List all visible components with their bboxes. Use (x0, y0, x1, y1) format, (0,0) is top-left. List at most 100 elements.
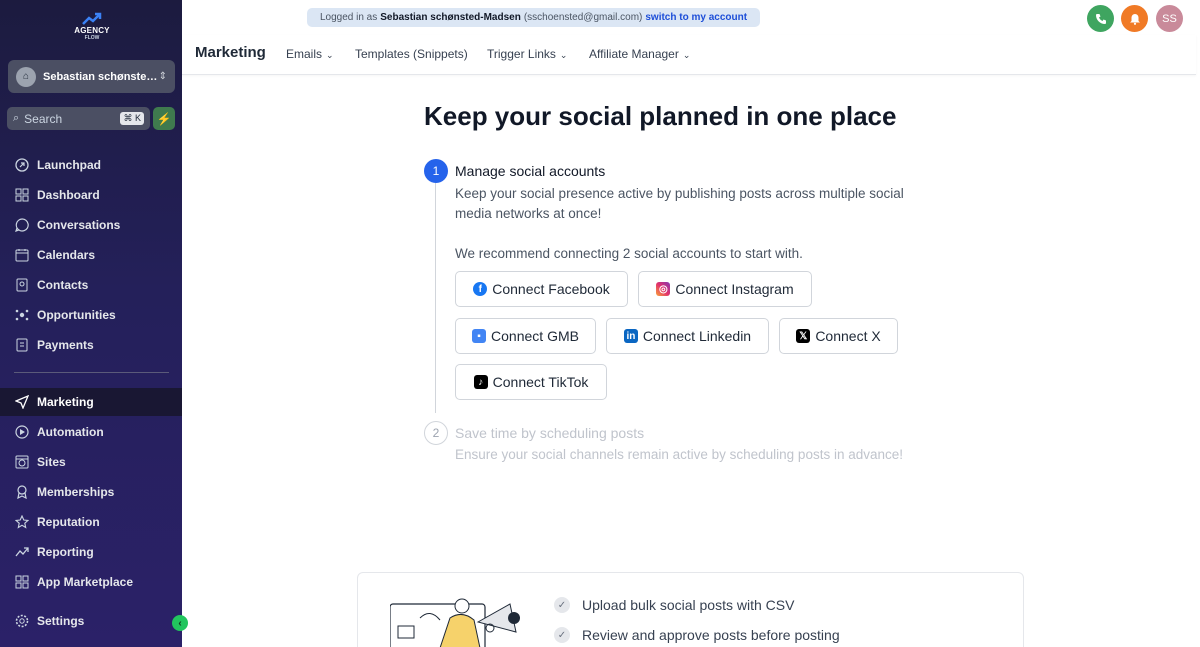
sidebar-item-label: Memberships (37, 485, 115, 499)
sidebar-item-sites[interactable]: Sites (0, 448, 182, 476)
sidebar-item-dashboard[interactable]: Dashboard (0, 181, 182, 209)
app-root: AGENCY FLOW ⌂ Sebastian schønste… ⇕ ⌕ Se… (0, 0, 1200, 647)
user-avatar-button[interactable]: SS (1156, 5, 1183, 32)
tab-trigger-links[interactable]: Trigger Links ⌄ (487, 47, 567, 61)
tab-label: Emails (286, 47, 323, 61)
connect-facebook-button[interactable]: f Connect Facebook (455, 271, 628, 307)
step-2-title: Save time by scheduling posts (455, 425, 645, 441)
feature-label: Review and approve posts before posting (582, 627, 840, 643)
connect-x-button[interactable]: 𝕏 Connect X (779, 318, 898, 354)
linkedin-icon: in (623, 329, 638, 343)
check-icon: ✓ (554, 597, 570, 613)
sidebar-item-label: App Marketplace (37, 575, 134, 589)
notifications-button[interactable] (1121, 5, 1148, 32)
logo-text: AGENCY (74, 26, 110, 35)
sidebar-item-reporting[interactable]: Reporting (0, 538, 182, 566)
bolt-icon: ⚡ (156, 111, 172, 126)
sidebar-item-label: Calendars (37, 248, 96, 262)
launchpad-icon (14, 157, 30, 173)
opportunities-icon (14, 307, 30, 323)
search-shortcut: ⌘ K (120, 112, 144, 125)
sidebar-item-conversations[interactable]: Conversations (0, 211, 182, 239)
connect-instagram-button[interactable]: ◎ Connect Instagram (638, 271, 812, 307)
phone-button[interactable] (1087, 5, 1114, 32)
step-1-desc-line1: Keep your social presence active by publ… (455, 186, 904, 201)
sidebar-item-label: Conversations (37, 218, 121, 232)
dashboard-icon (14, 187, 30, 203)
location-icon: ⌂ (16, 66, 36, 87)
tab-affiliate-manager[interactable]: Affiliate Manager ⌄ (589, 47, 690, 61)
collapse-sidebar-button[interactable]: ‹ (172, 615, 188, 631)
sidebar-item-reputation[interactable]: Reputation (0, 508, 182, 536)
send-icon (14, 394, 30, 410)
search-input[interactable]: ⌕ Search ⌘ K (7, 107, 150, 130)
main-heading: Keep your social planned in one place (424, 101, 897, 131)
step-1-title: Manage social accounts (455, 163, 606, 179)
sidebar-item-payments[interactable]: Payments (0, 331, 182, 359)
account-switcher[interactable]: ⌂ Sebastian schønste… ⇕ (8, 60, 175, 93)
tab-label: Affiliate Manager (589, 47, 679, 61)
sidebar-item-label: Settings (37, 614, 85, 628)
membership-icon (14, 484, 30, 500)
gear-icon (14, 613, 30, 629)
chevron-down-icon: ⌄ (326, 50, 334, 60)
x-icon: 𝕏 (796, 329, 811, 343)
sidebar-item-label: Reputation (37, 515, 100, 529)
tab-label: Templates (Snippets) (355, 47, 468, 61)
brand-logo[interactable]: AGENCY FLOW (70, 12, 114, 44)
search-placeholder: Search (24, 111, 63, 126)
banner-email: (sschoensted@gmail.com) (523, 12, 643, 23)
tab-emails[interactable]: Emails ⌄ (286, 47, 334, 61)
phone-icon (1095, 13, 1106, 24)
sidebar-item-label: Contacts (37, 278, 89, 292)
step-1-desc-line2: media networks at once! (455, 206, 602, 221)
step-2-description: Ensure your social channels remain activ… (455, 447, 903, 462)
logo-subtext: FLOW (84, 35, 100, 41)
sidebar-item-opportunities[interactable]: Opportunities (0, 301, 182, 329)
sidebar-item-label: Marketing (37, 395, 94, 409)
instagram-icon: ◎ (656, 282, 671, 296)
reporting-icon (14, 544, 30, 560)
connect-gmb-button[interactable]: ▪ Connect GMB (455, 318, 596, 354)
sidebar-item-settings[interactable]: Settings (0, 607, 182, 635)
step-2-badge: 2 (424, 421, 448, 445)
sidebar-item-label: Payments (37, 338, 94, 352)
feature-label: Upload bulk social posts with CSV (582, 597, 795, 613)
sidebar-item-calendars[interactable]: Calendars (0, 241, 182, 269)
chevron-down-icon: ⌄ (682, 50, 691, 60)
tiktok-icon: ♪ (473, 375, 488, 389)
check-icon: ✓ (554, 627, 570, 643)
feature-item: ✓ Upload bulk social posts with CSV (554, 597, 794, 613)
sidebar-item-label: Opportunities (37, 308, 116, 322)
social-planner-illustration (390, 598, 520, 647)
star-icon (14, 514, 30, 530)
search-icon: ⌕ (13, 112, 20, 124)
connect-tiktok-button[interactable]: ♪ Connect TikTok (455, 364, 607, 400)
chevron-left-icon: ‹ (178, 617, 182, 629)
sidebar-item-app-marketplace[interactable]: App Marketplace (0, 568, 182, 596)
sidebar-item-label: Reporting (37, 545, 94, 559)
tab-templates[interactable]: Templates (Snippets) (355, 47, 468, 61)
sidebar-divider (14, 372, 169, 373)
automation-icon (14, 424, 30, 440)
quick-action-button[interactable]: ⚡ (153, 107, 175, 130)
sidebar-item-launchpad[interactable]: Launchpad (0, 151, 182, 179)
account-name: Sebastian schønste… (43, 70, 158, 83)
sidebar-item-contacts[interactable]: Contacts (0, 271, 182, 299)
google-business-icon: ▪ (472, 329, 487, 343)
logo-mark-icon (82, 12, 102, 25)
sidebar-item-marketing[interactable]: Marketing (0, 388, 182, 416)
banner-prefix: Logged in as (319, 12, 378, 23)
feature-item: ✓ Review and approve posts before postin… (554, 627, 840, 643)
sidebar-item-automation[interactable]: Automation (0, 418, 182, 446)
step-connector (435, 183, 436, 413)
sidebar-item-memberships[interactable]: Memberships (0, 478, 182, 506)
step-1-description: Keep your social presence active by publ… (455, 184, 904, 224)
apps-icon (14, 574, 30, 590)
calendar-icon (14, 247, 30, 263)
step-1-badge: 1 (424, 159, 448, 183)
connect-linkedin-button[interactable]: in Connect Linkedin (606, 318, 769, 354)
switch-account-link[interactable]: switch to my account (645, 12, 747, 23)
button-label: Connect Instagram (675, 281, 794, 297)
button-label: Connect X (815, 328, 881, 344)
